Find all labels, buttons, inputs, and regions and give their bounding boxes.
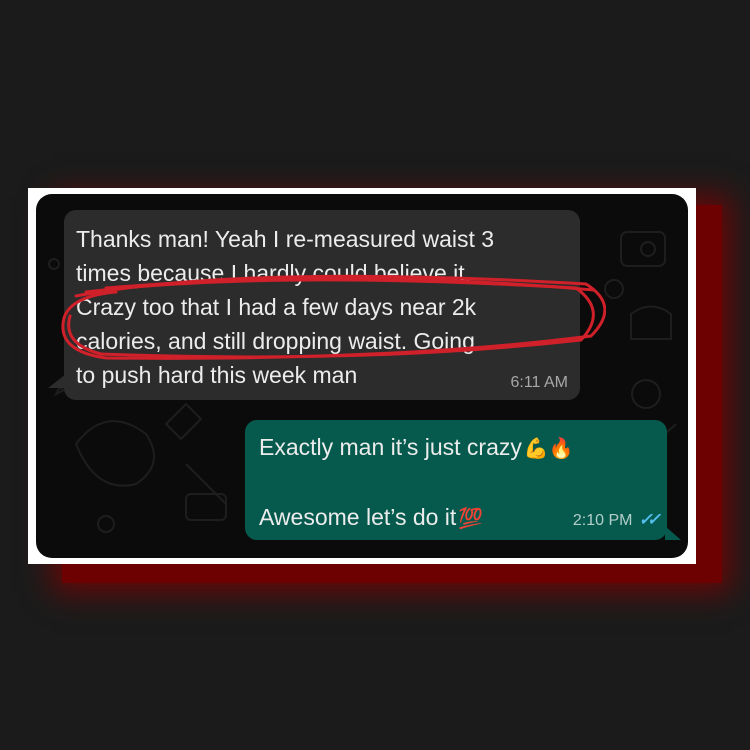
outgoing-message-text-1: Exactly man it’s just crazy	[259, 434, 522, 460]
read-receipt-ticks-icon: ✓✓	[638, 510, 661, 529]
incoming-message-text: Thanks man! Yeah I re-measured waist 3 t…	[76, 222, 576, 392]
flexed-biceps-fire-emoji: 💪🔥	[523, 436, 574, 460]
screenshot-stage: Thanks man! Yeah I re-measured waist 3 t…	[0, 0, 750, 750]
incoming-message-line: calories, and still dropping waist. Goin…	[76, 328, 475, 354]
hundred-points-emoji: 💯	[458, 506, 484, 530]
incoming-message-line: Thanks man! Yeah I re-measured waist 3	[76, 226, 495, 252]
outgoing-message-line-2: Awesome let’s do it 💯	[259, 500, 483, 535]
outgoing-message-time: 2:10 PM	[572, 512, 633, 529]
outgoing-bubble-tail	[665, 526, 681, 540]
incoming-message-line: Crazy too that I had a few days near 2k	[76, 294, 477, 320]
white-frame: Thanks man! Yeah I re-measured waist 3 t…	[28, 188, 696, 564]
incoming-message-line: to push hard this week man	[76, 362, 358, 388]
outgoing-message-text-2: Awesome let’s do it	[259, 504, 457, 530]
chat-panel: Thanks man! Yeah I re-measured waist 3 t…	[36, 194, 688, 558]
incoming-message-bubble[interactable]: Thanks man! Yeah I re-measured waist 3 t…	[64, 210, 580, 400]
incoming-message-timestamp: 6:11 AM	[510, 374, 568, 391]
outgoing-message-bubble[interactable]: Exactly man it’s just crazy 💪🔥 Awesome le…	[245, 420, 667, 540]
incoming-message-line: times because I hardly could believe it.	[76, 260, 472, 286]
outgoing-message-timestamp: 2:10 PM ✓✓	[572, 510, 661, 530]
outgoing-message-line-1: Exactly man it’s just crazy 💪🔥	[259, 430, 574, 465]
